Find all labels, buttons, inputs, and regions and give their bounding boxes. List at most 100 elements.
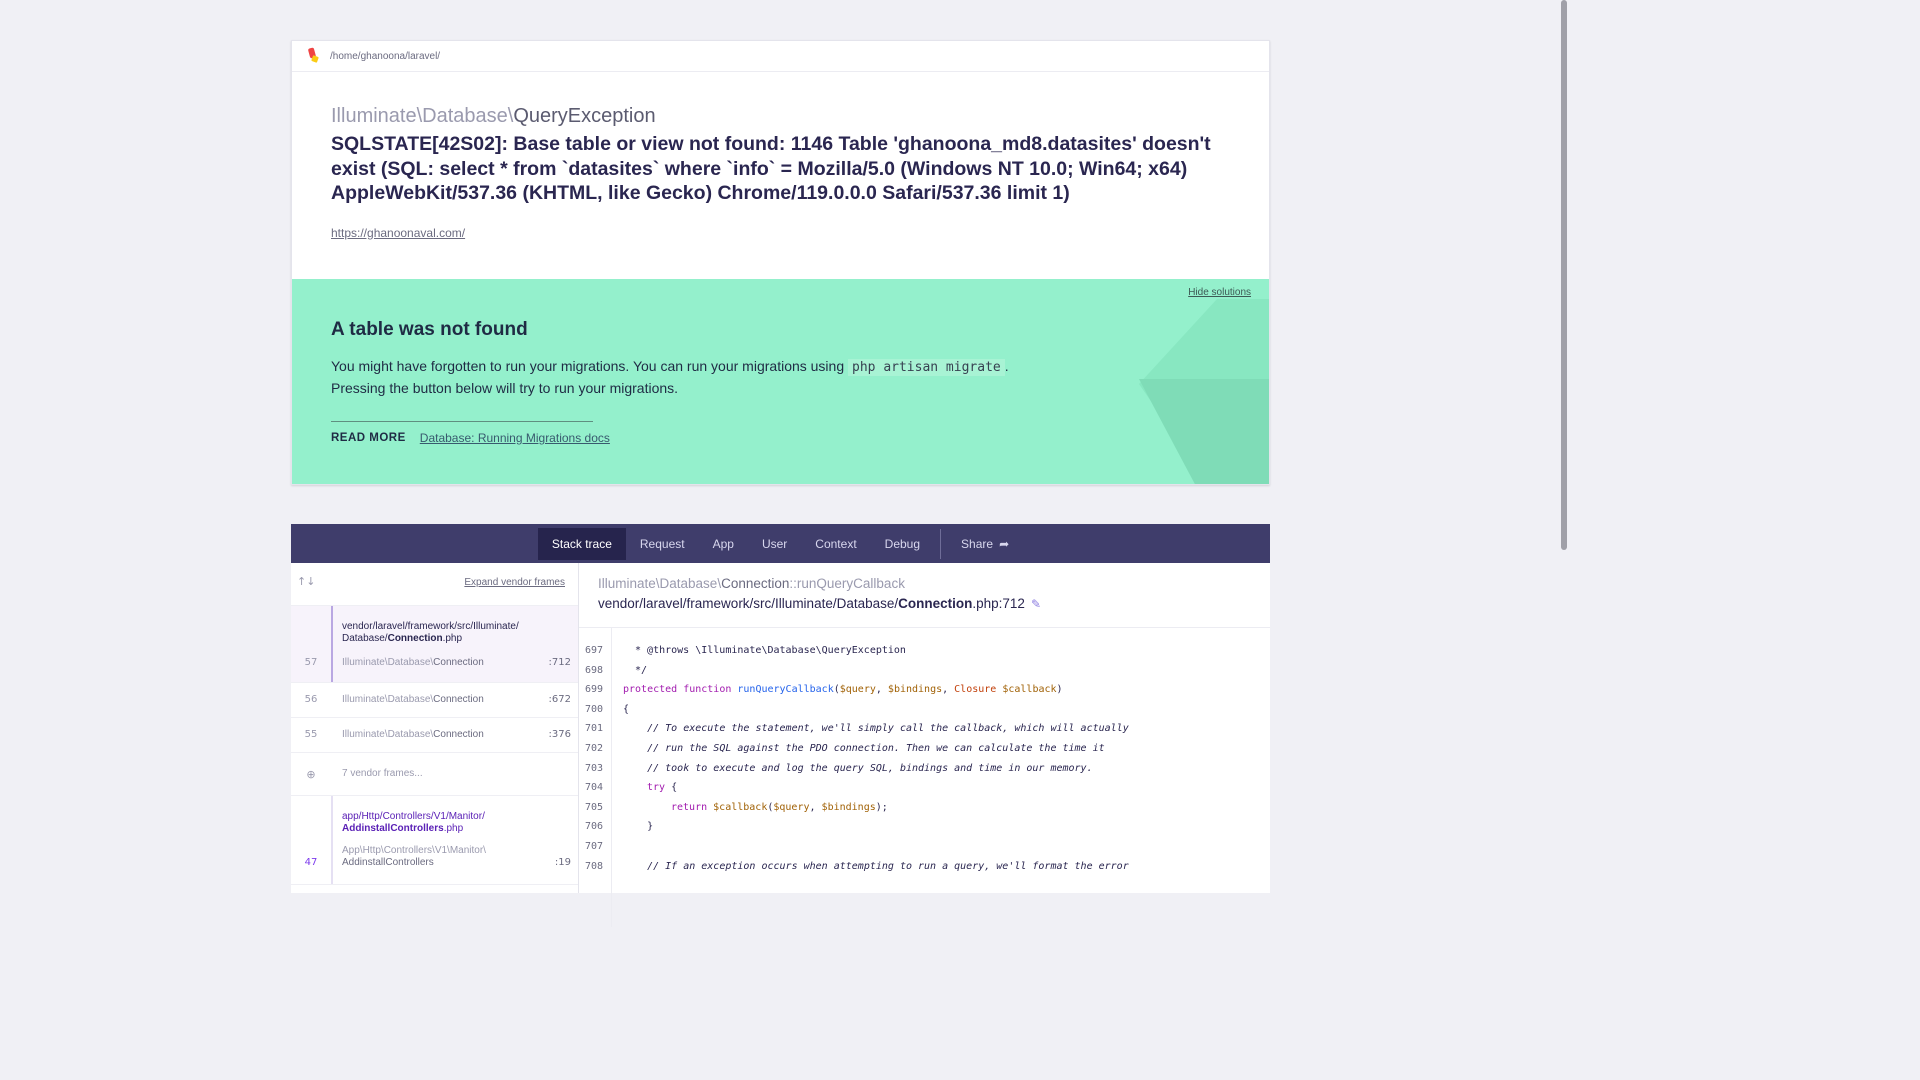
frame-class: Illuminate\Database\Connection bbox=[342, 657, 484, 669]
code-text: return $callback($query, $bindings); bbox=[671, 798, 888, 818]
line-number: 703 bbox=[585, 762, 604, 774]
code-line: 702 // run the SQL against the PDO conne… bbox=[579, 739, 1270, 759]
vendor-frames-toggle[interactable]: ⊕ 7 vendor frames... bbox=[291, 753, 578, 796]
frame-line: :19 bbox=[554, 857, 571, 868]
expand-vendor-frames-button[interactable]: Expand vendor frames bbox=[464, 577, 565, 588]
exception-namespace: Illuminate\Database\ bbox=[331, 105, 514, 127]
code-line: 704 try { bbox=[579, 778, 1270, 798]
code-method-name: ::runQueryCallback bbox=[789, 576, 905, 591]
frame-number: 47 bbox=[304, 857, 318, 868]
frame-file: app/Http/Controllers/V1/Manitor/Addinsta… bbox=[342, 811, 485, 835]
code-punct: , bbox=[875, 684, 888, 696]
frame-item[interactable]: 56 Illuminate\Database\Connection :672 bbox=[291, 683, 578, 718]
frame-file: vendor/laravel/framework/src/Illuminate/… bbox=[342, 621, 519, 645]
tab-user[interactable]: User bbox=[748, 528, 801, 560]
frame-item[interactable]: app/Http/Controllers/V1/Manitor/Addinsta… bbox=[291, 796, 578, 885]
code-variable: $query bbox=[839, 684, 876, 696]
frame-number: 57 bbox=[304, 657, 318, 668]
line-number: 699 bbox=[585, 684, 604, 696]
frame-class: Illuminate\Database\Connection bbox=[342, 694, 484, 706]
code-line: 700 { bbox=[579, 700, 1270, 720]
code-variable: $bindings bbox=[821, 801, 876, 813]
code-punct: ); bbox=[875, 801, 888, 813]
solution-decoration bbox=[1139, 379, 1269, 484]
code-comment: // If an exception occurs when attemptin… bbox=[623, 860, 1129, 872]
frame-class: App\Http\Controllers\V1\Manitor\ Addinsta… bbox=[342, 845, 486, 869]
sort-arrows-icon[interactable]: ↑↓ bbox=[297, 575, 315, 588]
divider bbox=[331, 421, 593, 422]
frame-file-ext: .php bbox=[442, 633, 463, 644]
pencil-icon[interactable]: ✎ bbox=[1031, 597, 1041, 611]
code-punct: ) bbox=[1056, 684, 1063, 696]
plus-circle-icon: ⊕ bbox=[306, 768, 316, 781]
ignition-logo-icon bbox=[306, 47, 320, 64]
line-number: 704 bbox=[585, 782, 604, 794]
solution-description: You might have forgotten to run your mig… bbox=[331, 356, 1031, 398]
tab-divider bbox=[940, 528, 942, 559]
code-file: vendor/laravel/framework/src/Illuminate/… bbox=[598, 596, 1041, 611]
hide-solutions-button[interactable]: Hide solutions bbox=[1188, 287, 1251, 298]
code-keyword: return bbox=[671, 801, 714, 813]
line-number: 697 bbox=[585, 645, 604, 656]
share-label: Share bbox=[961, 536, 994, 551]
frame-class-name: AddinstallControllers bbox=[342, 857, 434, 868]
docs-link[interactable]: Database: Running Migrations docs bbox=[420, 431, 610, 445]
code-keyword: try bbox=[647, 782, 666, 794]
code-function: runQueryCallback bbox=[737, 684, 834, 696]
frame-number: 55 bbox=[304, 729, 318, 740]
code-text: } bbox=[623, 821, 654, 833]
code-line: 708 // If an exception occurs when attem… bbox=[579, 857, 1270, 877]
solution-code: php artisan migrate bbox=[848, 359, 1005, 376]
request-url-link[interactable]: https://ghanoonaval.com/ bbox=[331, 226, 465, 240]
frame-namespace: Illuminate\Database\ bbox=[342, 657, 434, 668]
scrollbar-thumb[interactable] bbox=[1561, 0, 1567, 550]
line-number: 700 bbox=[585, 703, 604, 715]
code-punct: , bbox=[809, 801, 822, 813]
code-lines: 697 * @throws \Illuminate\Database\Query… bbox=[579, 641, 1270, 876]
code-variable: $query bbox=[773, 801, 810, 813]
frame-class-name: Connection bbox=[433, 694, 484, 705]
vendor-frames-label: 7 vendor frames... bbox=[342, 768, 423, 779]
code-file-line: .php:712 bbox=[972, 596, 1025, 611]
frame-number: 56 bbox=[304, 694, 318, 705]
code-variable: $callback bbox=[713, 801, 768, 813]
line-number: 701 bbox=[585, 723, 604, 735]
share-icon: ➦ bbox=[999, 536, 1010, 551]
code-namespace: Illuminate\Database\ bbox=[598, 576, 722, 591]
frame-file-path: Database/ bbox=[342, 633, 388, 644]
page-scrollbar[interactable] bbox=[1560, 0, 1568, 882]
tab-app[interactable]: App bbox=[699, 528, 748, 560]
code-punct: , bbox=[942, 684, 955, 696]
project-path: /home/ghanoona/laravel/ bbox=[330, 50, 441, 62]
code-text: * @throws \Illuminate\Database\QueryExce… bbox=[629, 645, 906, 656]
code-comment: // took to execute and log the query SQL… bbox=[623, 762, 1093, 774]
code-comment: // run the SQL against the PDO connectio… bbox=[623, 742, 1105, 754]
solution-panel: Hide solutions A table was not found You… bbox=[292, 279, 1269, 484]
frame-namespace: Illuminate\Database\ bbox=[342, 694, 434, 705]
line-number: 708 bbox=[585, 860, 604, 872]
error-card: /home/ghanoona/laravel/ Illuminate\Datab… bbox=[291, 40, 1270, 485]
tab-debug[interactable]: Debug bbox=[871, 528, 934, 560]
tab-request[interactable]: Request bbox=[626, 528, 699, 560]
frame-file-name: AddinstallControllers bbox=[342, 823, 444, 834]
frame-namespace: App\Http\Controllers\V1\Manitor\ bbox=[342, 845, 486, 856]
share-button[interactable]: Share ➦ bbox=[947, 528, 1023, 560]
frame-item[interactable]: 55 Illuminate\Database\Connection :376 bbox=[291, 718, 578, 753]
frame-class-name: Connection bbox=[433, 729, 484, 740]
code-text: try { bbox=[647, 778, 677, 798]
tab-context[interactable]: Context bbox=[801, 528, 870, 560]
code-punct: { bbox=[665, 782, 678, 794]
code-class: Closure bbox=[954, 684, 997, 696]
frame-file-path: vendor/laravel/framework/src/Illuminate/ bbox=[342, 621, 519, 632]
exception-header: Illuminate\Database\QueryException SQLST… bbox=[331, 105, 1231, 242]
frames-header: ↑↓ Expand vendor frames bbox=[291, 563, 578, 606]
top-bar: /home/ghanoona/laravel/ bbox=[292, 41, 1269, 72]
code-text: { bbox=[623, 703, 630, 715]
stack-trace-panel: ↑↓ Expand vendor frames vendor/laravel/f… bbox=[291, 563, 1270, 927]
frame-item[interactable]: vendor/laravel/framework/src/Illuminate/… bbox=[291, 606, 578, 683]
code-variable: $bindings bbox=[887, 684, 943, 696]
solution-text: . bbox=[1004, 358, 1009, 374]
frame-class: Illuminate\Database\Connection bbox=[342, 729, 484, 741]
frame-file-name: Connection bbox=[387, 633, 443, 644]
tab-stack-trace[interactable]: Stack trace bbox=[537, 527, 626, 560]
